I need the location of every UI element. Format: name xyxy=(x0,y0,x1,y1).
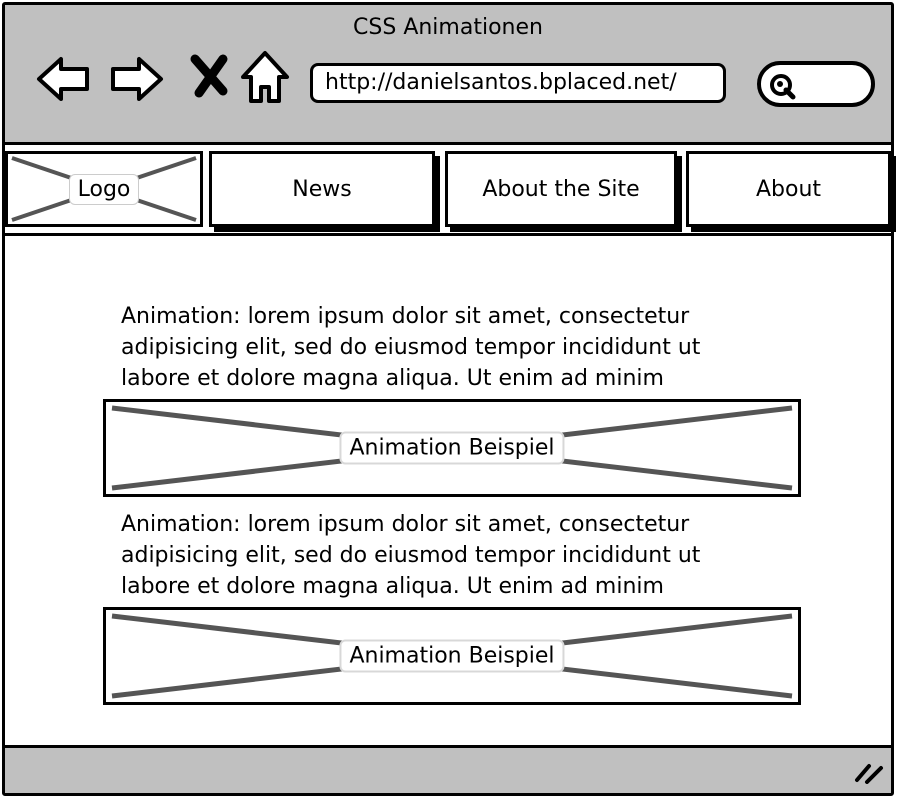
window-title: CSS Animationen xyxy=(353,15,543,40)
browser-window: CSS Animationen http://danielsantos.bpla… xyxy=(2,2,894,796)
animation-example-label-1: Animation Beispiel xyxy=(339,431,565,465)
animation-description-1: Animation: lorem ipsum dolor sit amet, c… xyxy=(121,301,761,394)
resize-grip-icon[interactable] xyxy=(853,760,885,784)
text-line: adipisicing elit, sed do eiusmod tempor … xyxy=(121,543,701,568)
back-arrow-icon[interactable] xyxy=(33,47,93,107)
logo-placeholder: Logo xyxy=(5,151,203,227)
nav-news-button[interactable]: News xyxy=(209,151,435,227)
address-bar[interactable]: http://danielsantos.bplaced.net/ xyxy=(310,63,726,103)
browser-chrome: CSS Animationen http://danielsantos.bpla… xyxy=(5,5,891,145)
text-line: Animation: lorem ipsum dolor sit amet, c… xyxy=(121,512,690,537)
nav-about-the-site-label: About the Site xyxy=(482,176,640,202)
animation-description-2: Animation: lorem ipsum dolor sit amet, c… xyxy=(121,509,761,602)
nav-news-label: News xyxy=(292,176,352,202)
text-line: Animation: lorem ipsum dolor sit amet, c… xyxy=(121,304,690,329)
stop-x-icon[interactable] xyxy=(181,47,241,107)
nav-about-button[interactable]: About xyxy=(686,151,891,227)
animation-example-label-2: Animation Beispiel xyxy=(339,639,565,673)
forward-arrow-icon[interactable] xyxy=(107,47,167,107)
magnifier-icon xyxy=(770,74,796,100)
animation-example-placeholder-1: Animation Beispiel xyxy=(103,399,801,497)
logo-label: Logo xyxy=(68,173,140,205)
search-field[interactable] xyxy=(757,61,875,107)
home-icon[interactable] xyxy=(235,47,295,107)
menu-divider xyxy=(5,233,891,236)
status-bar xyxy=(5,745,891,793)
text-line: adipisicing elit, sed do eiusmod tempor … xyxy=(121,335,701,360)
text-line: labore et dolore magna aliqua. Ut enim a… xyxy=(121,366,664,391)
nav-about-the-site-button[interactable]: About the Site xyxy=(445,151,677,227)
animation-example-placeholder-2: Animation Beispiel xyxy=(103,607,801,705)
nav-about-label: About xyxy=(755,176,822,202)
text-line: labore et dolore magna aliqua. Ut enim a… xyxy=(121,574,664,599)
